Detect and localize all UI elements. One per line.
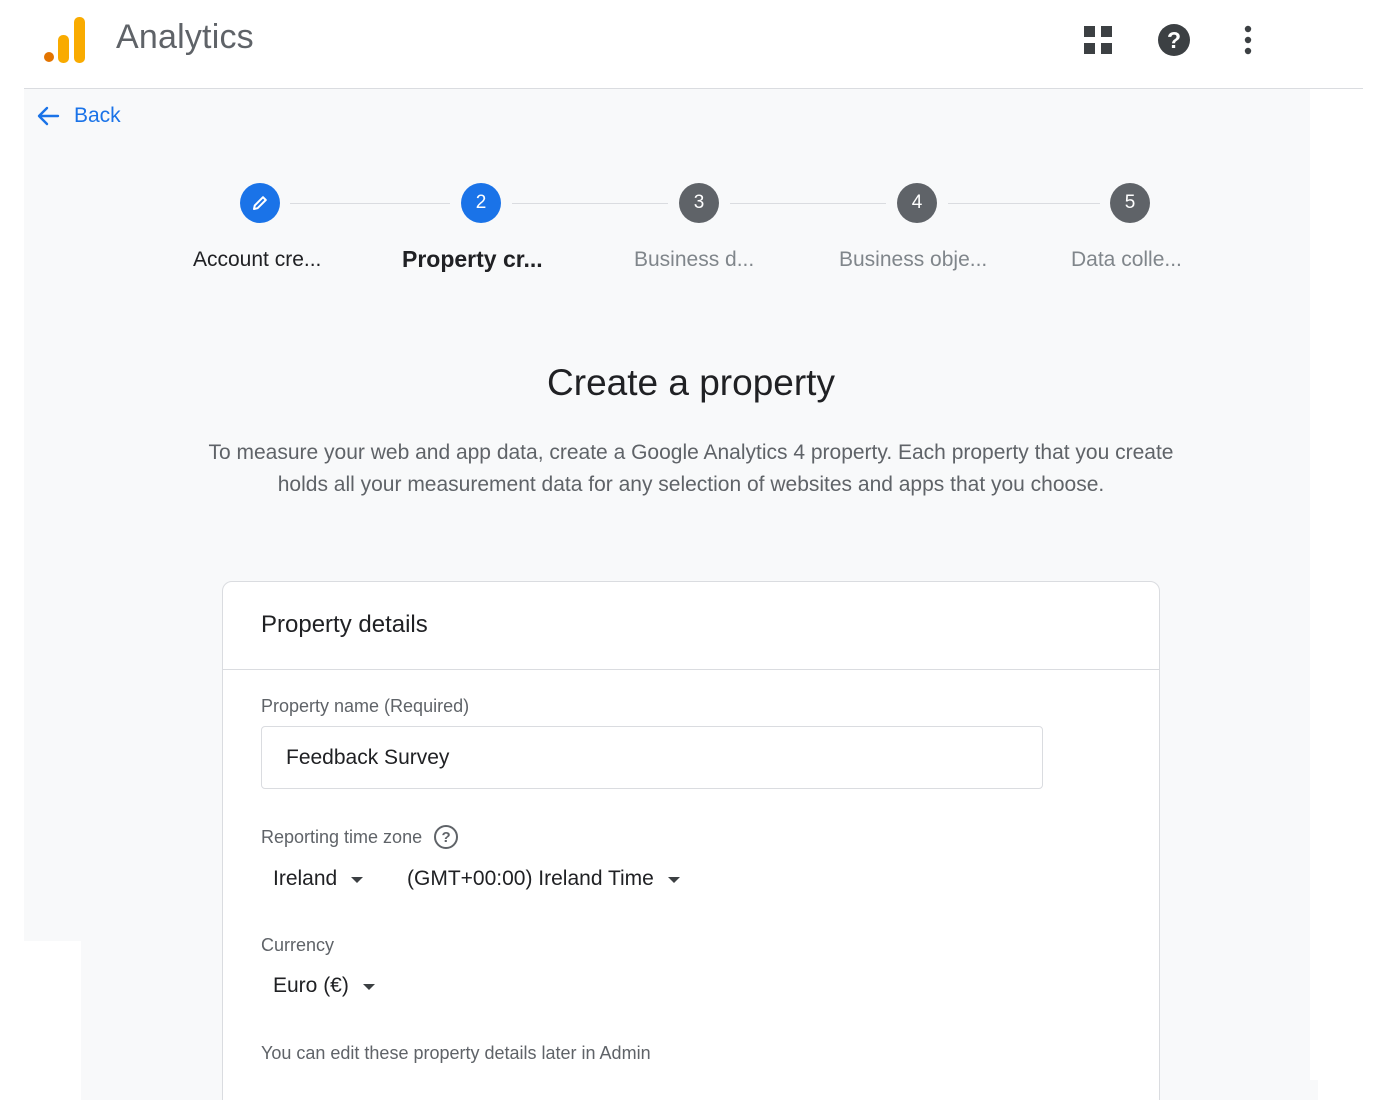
dropdown-caret-icon xyxy=(362,984,375,990)
step-4-circle: 4 xyxy=(897,183,937,223)
timezone-value: (GMT+00:00) Ireland Time xyxy=(407,867,654,890)
step-3-number: 3 xyxy=(693,192,705,213)
stepper-connector xyxy=(290,203,450,204)
app-bar: Analytics ? xyxy=(0,0,1400,88)
back-label: Back xyxy=(74,104,121,127)
stepper-connector xyxy=(730,203,886,204)
step-5-number: 5 xyxy=(1124,192,1136,213)
step-1-label[interactable]: Account cre... xyxy=(193,248,321,272)
timezone-country-dropdown[interactable]: Ireland xyxy=(273,867,364,891)
property-name-value: Feedback Survey xyxy=(286,745,450,769)
card-title: Property details xyxy=(223,582,1159,670)
help-glyph: ? xyxy=(1158,24,1190,56)
step-2-label[interactable]: Property cr... xyxy=(402,246,543,273)
timezone-help-icon[interactable]: ? xyxy=(434,825,459,849)
property-name-input[interactable]: Feedback Survey xyxy=(261,726,1043,789)
svg-text:?: ? xyxy=(1167,27,1181,53)
step-4-label: Business obje... xyxy=(839,248,988,271)
more-vert-glyph xyxy=(1244,25,1252,55)
apps-grid-glyph xyxy=(1084,26,1112,54)
step-1-circle[interactable] xyxy=(240,183,280,223)
currency-dropdown[interactable]: Euro (€) xyxy=(273,974,375,998)
arrow-back-icon xyxy=(37,106,60,126)
analytics-logo xyxy=(44,17,85,63)
timezone-country-value: Ireland xyxy=(273,867,338,890)
step-5-circle: 5 xyxy=(1110,183,1150,223)
step-4-number: 4 xyxy=(911,192,923,213)
app-title: Analytics xyxy=(116,18,254,56)
dropdown-caret-icon xyxy=(667,877,680,883)
app-bar-divider-right xyxy=(1310,88,1363,89)
step-3-label: Business d... xyxy=(634,248,755,271)
page-description: To measure your web and app data, create… xyxy=(208,441,1174,496)
apps-grid-icon[interactable] xyxy=(1078,20,1118,60)
more-vert-icon[interactable] xyxy=(1228,20,1268,60)
property-details-card: Property details Property name (Required… xyxy=(222,581,1160,1100)
step-2-circle[interactable]: 2 xyxy=(461,183,501,223)
step-3-circle: 3 xyxy=(679,183,719,223)
edit-pencil-icon xyxy=(253,196,267,210)
step-2-number: 2 xyxy=(475,192,487,213)
help-icon[interactable]: ? xyxy=(1154,20,1194,60)
stepper-connector xyxy=(512,203,668,204)
back-button[interactable]: Back xyxy=(36,104,121,128)
dropdown-caret-icon xyxy=(351,877,364,883)
right-gutter xyxy=(1310,104,1363,1080)
step-5-label: Data colle... xyxy=(1071,248,1182,271)
page-title: Create a property xyxy=(547,362,835,403)
timezone-label-row: Reporting time zone ? xyxy=(261,825,459,849)
property-name-label: Property name (Required) xyxy=(261,696,470,716)
timezone-dropdown[interactable]: (GMT+00:00) Ireland Time xyxy=(407,867,680,891)
timezone-label: Reporting time zone xyxy=(261,826,423,847)
stepper-connector xyxy=(948,203,1100,204)
currency-label: Currency xyxy=(261,935,335,955)
currency-value: Euro (€) xyxy=(273,974,349,997)
edit-later-note: You can edit these property details late… xyxy=(261,1043,651,1063)
